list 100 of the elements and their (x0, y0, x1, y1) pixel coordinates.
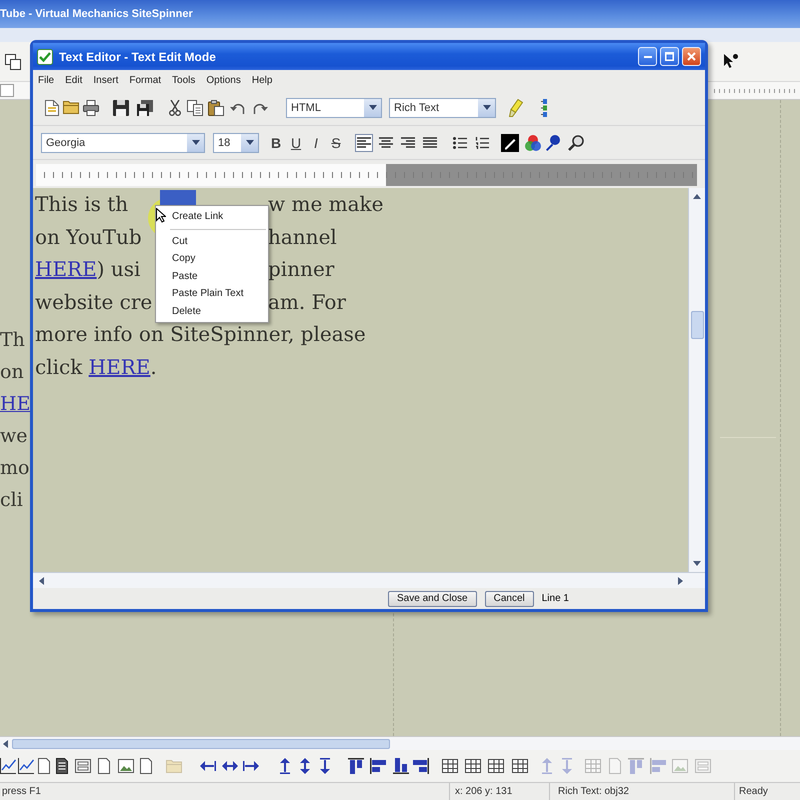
paragraph-text: HERE) usi (35, 257, 140, 282)
underline-button[interactable]: U (289, 134, 303, 152)
right-arrow-icon[interactable] (243, 761, 259, 771)
down-arrow-icon[interactable] (320, 758, 330, 774)
cursor-coordinates: x: 206 y: 131 (455, 786, 512, 797)
text-editor-area[interactable]: This is th w me make on YouTub hannel HERE) usi pinner website cre am. For more info on SiteSpinner, please click HERE. Create Link Cut Copy Paste Paste Plain Text Delete (33, 188, 688, 572)
mode-select[interactable]: Rich Text (389, 98, 496, 118)
text-link[interactable]: HERE (35, 257, 97, 282)
align-top-icon[interactable] (348, 758, 364, 774)
caret-icon (482, 105, 490, 110)
magnifier-icon[interactable] (568, 134, 584, 150)
undo-icon[interactable] (230, 102, 246, 114)
left-arrow-icon[interactable] (200, 761, 216, 771)
double-arrow-icon[interactable] (222, 761, 238, 771)
menu-item[interactable]: Edit (65, 74, 82, 86)
horizontal-scrollbar[interactable] (0, 736, 800, 750)
table-icon[interactable] (488, 759, 504, 773)
menu-item[interactable]: Paste (156, 268, 268, 285)
left-arrow-icon[interactable] (39, 576, 44, 584)
vertical-double-arrow-icon[interactable] (300, 758, 310, 774)
close-button[interactable] (682, 47, 701, 66)
dialog-title: Text Editor - Text Edit Mode (59, 50, 216, 64)
numbered-list-icon[interactable] (475, 136, 489, 148)
new-page-icon[interactable] (45, 100, 59, 116)
form-icon[interactable] (75, 759, 91, 773)
align-bottom-icon[interactable] (393, 758, 409, 774)
menu-item[interactable]: Paste Plain Text (156, 285, 268, 302)
folder-icon[interactable] (63, 101, 79, 114)
menu-item[interactable]: Format (129, 74, 162, 86)
paragraph-text: on YouTub (35, 224, 142, 249)
menu-item[interactable]: Copy (156, 250, 268, 268)
page-icon[interactable] (98, 758, 110, 774)
window-title: Tube - Virtual Mechanics SiteSpinner (0, 8, 193, 20)
maximize-button[interactable] (660, 47, 679, 66)
strikethrough-button[interactable]: S (329, 134, 343, 152)
scrollbar-thumb[interactable] (12, 738, 390, 748)
menu-item[interactable]: File (38, 74, 54, 86)
up-arrow-icon[interactable] (693, 194, 701, 199)
down-arrow-icon[interactable] (693, 561, 701, 566)
vertical-scrollbar[interactable] (688, 188, 705, 572)
format-select[interactable]: HTML (286, 98, 382, 118)
table-icon[interactable] (512, 759, 528, 773)
caret-icon (192, 140, 200, 145)
scrollbar-thumb[interactable] (690, 311, 704, 339)
paragraph-text: w me make (268, 192, 384, 216)
menu-item[interactable]: Options (206, 74, 241, 86)
align-left-icon (357, 137, 371, 148)
page-icon[interactable] (38, 758, 50, 774)
font-select[interactable]: Georgia (41, 132, 205, 152)
copy-icon[interactable] (187, 100, 203, 116)
overlapping-squares-icon[interactable] (5, 54, 21, 70)
scissors-icon[interactable] (169, 100, 181, 116)
caret-icon (246, 140, 254, 145)
menu-item[interactable]: Tools (172, 74, 196, 86)
bullet-list-icon[interactable] (453, 136, 467, 148)
color-wheel-icon[interactable] (525, 134, 541, 150)
text-link[interactable]: HE (0, 388, 30, 420)
printer-icon[interactable] (83, 100, 99, 116)
up-arrow-icon[interactable] (280, 758, 290, 774)
stacked-floppy-disks-icon[interactable] (137, 100, 153, 116)
text-link[interactable]: HERE (88, 354, 150, 379)
table-icon[interactable] (442, 759, 458, 773)
close-icon (687, 52, 696, 61)
menu-item[interactable]: Cut (156, 232, 268, 250)
horizontal-scrollbar[interactable] (33, 572, 705, 588)
object-name: Rich Text: obj32 (558, 786, 629, 797)
line-chart-icon[interactable] (18, 758, 34, 774)
clipboard-icon[interactable] (208, 100, 224, 116)
page-icon[interactable] (140, 758, 152, 774)
table-icon[interactable] (465, 759, 481, 773)
bold-button[interactable]: B (269, 134, 283, 152)
line-chart-icon[interactable] (0, 758, 16, 774)
picture-icon[interactable] (118, 759, 134, 773)
input-field[interactable] (0, 84, 14, 97)
align-left-button[interactable] (355, 134, 373, 152)
maximize-icon (665, 52, 674, 61)
menu-item[interactable]: Help (252, 74, 272, 86)
menu-item[interactable]: Insert (93, 74, 118, 86)
menu-item[interactable]: Delete (156, 302, 268, 320)
pointer-icon[interactable] (724, 54, 738, 70)
line-indicator: Line 1 (542, 593, 569, 604)
document-icon[interactable] (56, 758, 68, 774)
align-left-edges-icon[interactable] (370, 758, 386, 774)
paragraph-text: hannel (268, 224, 337, 249)
page-text: mo (0, 456, 30, 481)
redo-icon[interactable] (252, 102, 268, 114)
font-size-select[interactable]: 18 (213, 132, 259, 152)
right-arrow-icon[interactable] (678, 576, 683, 584)
align-right-edges-icon[interactable] (413, 758, 429, 774)
left-arrow-icon[interactable] (3, 740, 8, 748)
highlighter-icon[interactable] (509, 98, 523, 116)
save-and-close-button[interactable]: Save and Close (388, 590, 477, 606)
pen-color-icon[interactable] (501, 134, 519, 152)
pushpin-icon[interactable] (546, 134, 560, 150)
minimize-button[interactable] (638, 47, 657, 66)
mouse-pointer-icon (156, 208, 166, 223)
italic-button[interactable]: I (309, 134, 323, 152)
cancel-button[interactable]: Cancel (484, 590, 534, 606)
vertical-bar-icon[interactable] (541, 98, 549, 116)
justify-icon (423, 137, 437, 148)
